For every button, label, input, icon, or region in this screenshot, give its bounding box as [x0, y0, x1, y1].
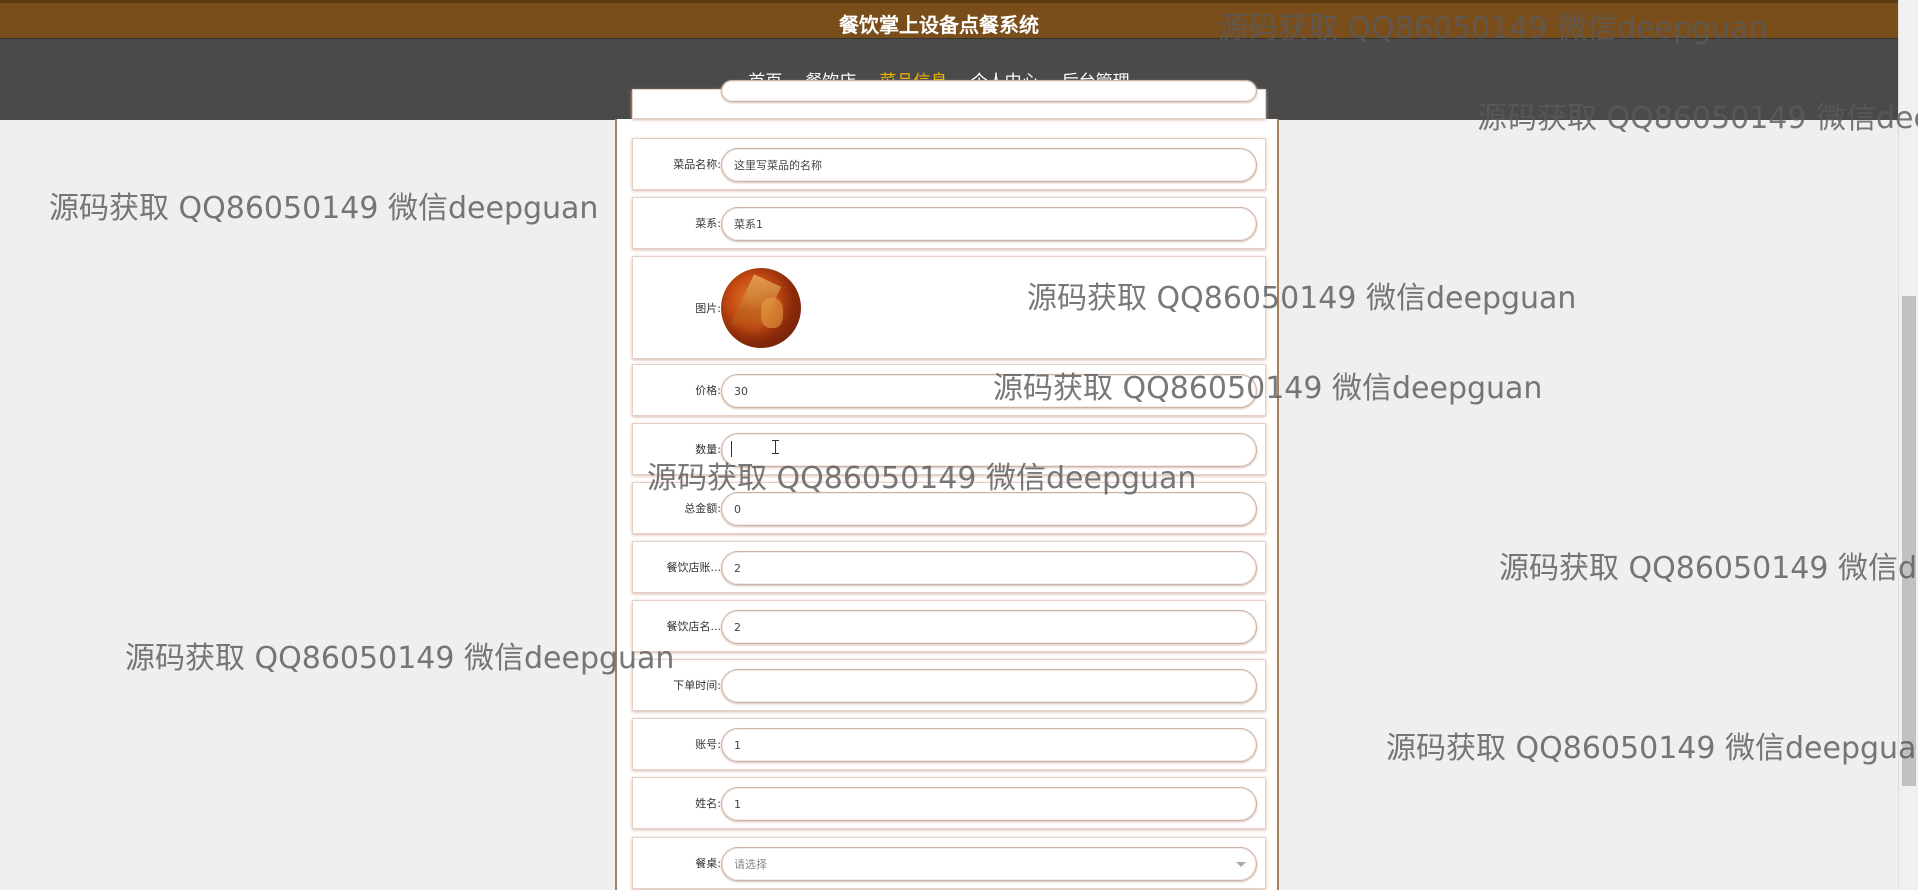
category-label: 菜系: — [695, 217, 721, 230]
chevron-down-icon — [1236, 862, 1246, 867]
watermark: 源码获取 QQ86050149 微信deepguan — [125, 641, 675, 676]
price-value: 30 — [734, 384, 748, 398]
image-label: 图片: — [695, 301, 721, 315]
restaurant-name-label: 餐饮店名... — [666, 620, 722, 633]
account-input[interactable]: 1 — [721, 728, 1257, 762]
price-label: 价格: — [695, 384, 721, 397]
name-value: 1 — [734, 797, 741, 811]
form-row-name: 姓名: 1 — [632, 777, 1266, 829]
category-input[interactable]: 菜系1 — [721, 207, 1257, 241]
total-input[interactable]: 0 — [721, 492, 1257, 526]
table-placeholder: 请选择 — [734, 858, 767, 871]
form-row-order-time: 下单时间: — [632, 659, 1266, 711]
ibeam-cursor-icon — [772, 440, 779, 454]
title-bar: 餐饮掌上设备点餐系统 — [0, 0, 1918, 38]
dish-name-input[interactable]: 这里写菜品的名称 — [721, 148, 1257, 182]
total-label: 总金额: — [684, 502, 721, 515]
site-title: 餐饮掌上设备点餐系统 — [839, 13, 1039, 37]
dish-name-value: 这里写菜品的名称 — [734, 159, 822, 172]
table-label: 餐桌: — [695, 857, 721, 870]
dish-photo[interactable] — [721, 268, 801, 348]
name-input[interactable]: 1 — [721, 787, 1257, 821]
form-row-account: 账号: 1 — [632, 718, 1266, 770]
category-value: 菜系1 — [734, 218, 763, 231]
account-value: 1 — [734, 738, 741, 752]
form-row-image: 图片: — [632, 256, 1266, 359]
form-row-restaurant-account: 餐饮店账... 2 — [632, 541, 1266, 593]
page-scrollbar[interactable] — [1898, 0, 1918, 890]
restaurant-name-value: 2 — [734, 620, 741, 634]
watermark: 源码获取 QQ86050149 微信deepguan — [49, 191, 599, 226]
form-row-quantity: 数量: — [632, 423, 1266, 475]
table-select[interactable]: 请选择 — [721, 847, 1257, 881]
dish-name-label: 菜品名称: — [673, 158, 721, 171]
partial-field[interactable] — [721, 80, 1257, 102]
restaurant-account-value: 2 — [734, 561, 741, 575]
form-row-price: 价格: 30 — [632, 364, 1266, 416]
scrollbar-thumb[interactable] — [1902, 296, 1916, 786]
watermark: 源码获取 QQ86050149 微信deepguan — [1386, 731, 1918, 766]
form-row-partial — [632, 80, 1266, 119]
form-row-table: 餐桌: 请选择 — [632, 837, 1266, 889]
form-row-restaurant-name: 餐饮店名... 2 — [632, 600, 1266, 652]
text-caret — [731, 441, 732, 457]
restaurant-name-input[interactable]: 2 — [721, 610, 1257, 644]
total-value: 0 — [734, 502, 741, 516]
order-time-input[interactable] — [721, 669, 1257, 703]
price-input[interactable]: 30 — [721, 374, 1257, 408]
watermark: 源码获取 QQ86050149 微信deepguan — [1499, 551, 1918, 586]
account-label: 账号: — [695, 738, 721, 751]
restaurant-account-input[interactable]: 2 — [721, 551, 1257, 585]
form-row-dish-name: 菜品名称: 这里写菜品的名称 — [632, 138, 1266, 190]
form-row-category: 菜系: 菜系1 — [632, 197, 1266, 249]
restaurant-account-label: 餐饮店账... — [666, 561, 722, 574]
order-form: 菜品名称: 这里写菜品的名称 菜系: 菜系1 图片: 价格: 30 数量: 总金… — [615, 80, 1279, 890]
form-row-total: 总金额: 0 — [632, 482, 1266, 534]
quantity-label: 数量: — [695, 443, 721, 456]
order-time-label: 下单时间: — [673, 679, 721, 692]
quantity-input[interactable] — [721, 433, 1257, 467]
name-label: 姓名: — [695, 797, 721, 810]
